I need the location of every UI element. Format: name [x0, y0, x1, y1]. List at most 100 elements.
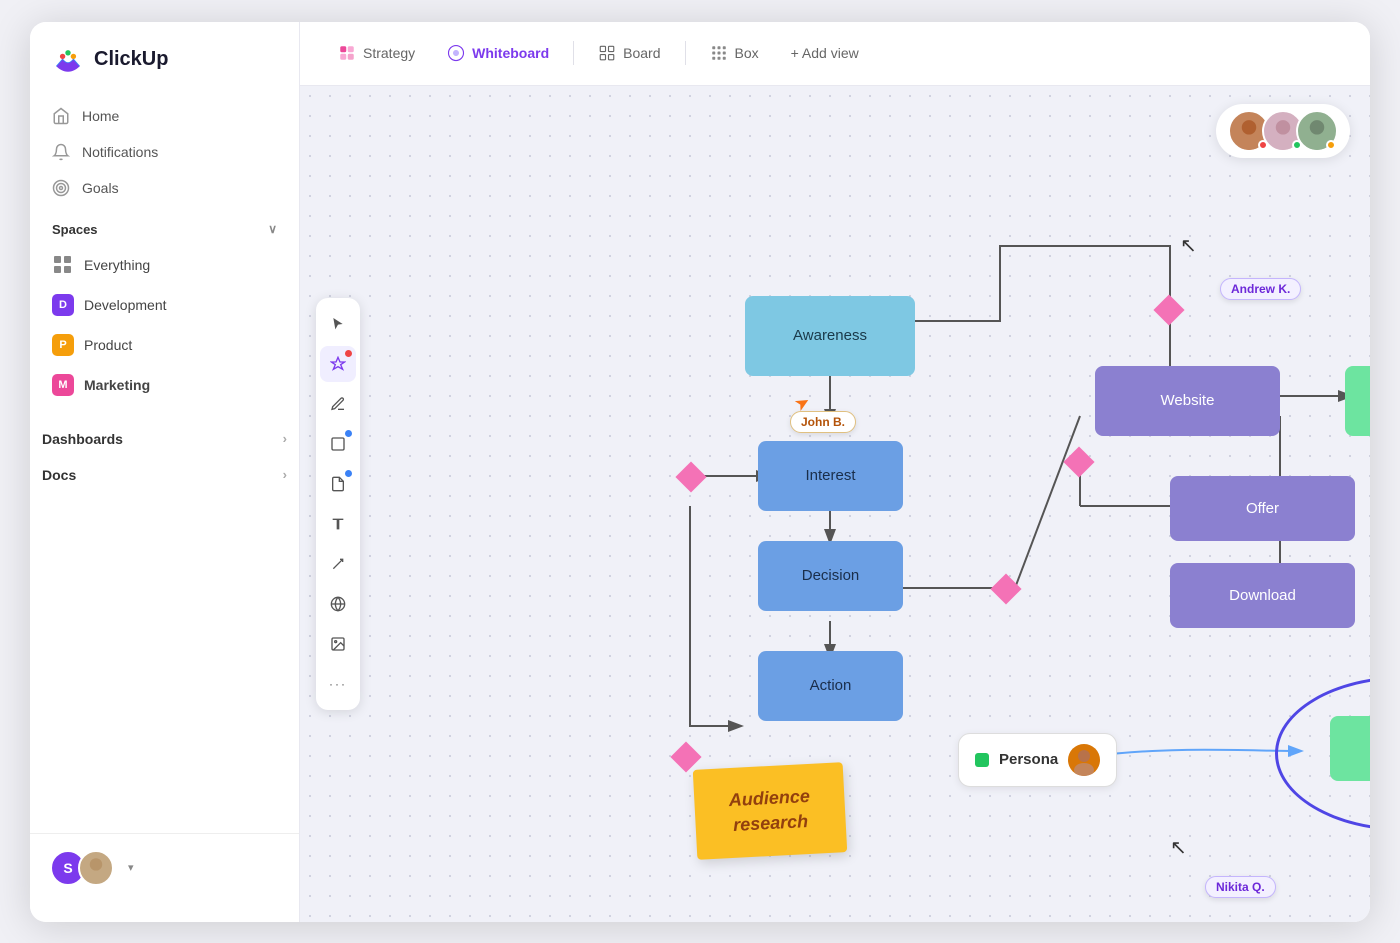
tab-board[interactable]: Board: [584, 36, 674, 70]
sidebar-user[interactable]: S ▾: [30, 833, 299, 902]
spaces-section: Spaces ∨: [30, 206, 299, 245]
main-content: Strategy Whiteboard Board Box + Add view: [300, 22, 1370, 922]
more-dots: ···: [329, 677, 347, 691]
cursor-arrow-nikita: ↖: [1170, 838, 1187, 858]
toolbar-connector-btn[interactable]: [320, 546, 356, 582]
marketing-icon: M: [52, 374, 74, 396]
logo-text: ClickUp: [94, 48, 168, 71]
sidebar-item-docs[interactable]: Docs ›: [30, 457, 299, 493]
node-blog[interactable]: Blog: [1330, 716, 1370, 781]
toolbar-red-dot: [345, 350, 352, 357]
whiteboard-canvas[interactable]: ···: [300, 86, 1370, 922]
diamond-top: [1153, 294, 1184, 325]
board-icon: [598, 44, 616, 62]
sidebar-item-notifications[interactable]: Notifications: [40, 134, 289, 170]
toolbar-select-btn[interactable]: [320, 306, 356, 342]
toolbar-more-btn[interactable]: ···: [320, 666, 356, 702]
sidebar-item-everything[interactable]: Everything: [30, 245, 299, 285]
tab-whiteboard[interactable]: Whiteboard: [433, 36, 563, 70]
dashboards-chevron: ›: [283, 431, 287, 446]
top-nav: Strategy Whiteboard Board Box + Add view: [300, 22, 1370, 86]
box-icon: [710, 44, 728, 62]
sidebar-item-dashboards[interactable]: Dashboards ›: [30, 421, 299, 457]
node-decision[interactable]: Decision: [758, 541, 903, 611]
user-avatar-group: S: [50, 850, 114, 886]
sticky-note-icon: [330, 476, 346, 492]
home-icon: [52, 107, 70, 125]
cursor-icon: [330, 316, 346, 332]
sidebar-development-label: Development: [84, 297, 167, 313]
sidebar-logo[interactable]: ClickUp: [30, 42, 299, 98]
sticky-note-text: Audienceresearch: [728, 785, 810, 834]
sidebar-home-label: Home: [82, 108, 119, 124]
magic-icon: [330, 356, 346, 372]
sidebar-everything-label: Everything: [84, 257, 150, 273]
cursor-nikita: ↖: [1170, 838, 1187, 858]
toolbar-rect-btn[interactable]: [320, 426, 356, 462]
toolbar-globe-btn[interactable]: [320, 586, 356, 622]
dashboards-label: Dashboards: [42, 431, 123, 447]
text-icon: [330, 516, 346, 532]
connector-icon: [330, 556, 346, 572]
sticky-note-audience[interactable]: Audienceresearch: [693, 762, 848, 860]
tab-divider-2: [685, 41, 686, 65]
whiteboard-toolbar: ···: [316, 298, 360, 710]
product-icon: P: [52, 334, 74, 356]
globe-icon: [330, 596, 346, 612]
avatar-group: [1216, 104, 1350, 158]
sidebar-marketing-label: Marketing: [84, 377, 150, 393]
user-chevron[interactable]: ▾: [128, 861, 134, 874]
clickup-logo-icon: [50, 42, 86, 78]
sidebar-item-goals[interactable]: Goals: [40, 170, 289, 206]
persona-card[interactable]: Persona: [958, 733, 1117, 787]
node-interest[interactable]: Interest: [758, 441, 903, 511]
node-action[interactable]: Action: [758, 651, 903, 721]
tab-strategy[interactable]: Strategy: [324, 36, 429, 70]
diamond-left: [675, 461, 706, 492]
andrew-k-text: Andrew K.: [1231, 282, 1290, 296]
action-label: Action: [810, 677, 852, 694]
avatar-dot-orange: [1326, 140, 1336, 150]
whiteboard-icon: [447, 44, 465, 62]
toolbar-pen-btn[interactable]: [320, 386, 356, 422]
node-awareness[interactable]: Awareness: [745, 296, 915, 376]
diamond-bottom-left: [670, 741, 701, 772]
decision-label: Decision: [802, 567, 860, 584]
sidebar-item-home[interactable]: Home: [40, 98, 289, 134]
cursor-andrew: ↖: [1180, 236, 1197, 256]
toolbar-magic-btn[interactable]: [320, 346, 356, 382]
website-label: Website: [1161, 392, 1215, 409]
sidebar-notifications-label: Notifications: [82, 144, 158, 160]
interest-label: Interest: [805, 467, 855, 484]
tab-box-label: Box: [735, 45, 759, 61]
node-homepage[interactable]: Homepage: [1345, 366, 1370, 436]
awareness-label: Awareness: [793, 327, 867, 344]
toolbar-image-btn[interactable]: [320, 626, 356, 662]
toolbar-text-btn[interactable]: [320, 506, 356, 542]
nikita-q-label: Nikita Q.: [1205, 876, 1276, 898]
persona-avatar: [1068, 744, 1100, 776]
spaces-chevron[interactable]: ∨: [268, 222, 277, 236]
node-download[interactable]: Download: [1170, 563, 1355, 628]
sidebar-product-label: Product: [84, 337, 132, 353]
toolbar-sticky-btn[interactable]: [320, 466, 356, 502]
sidebar-nav: Home Notifications Goals: [30, 98, 299, 206]
node-website[interactable]: Website: [1095, 366, 1280, 436]
offer-label: Offer: [1246, 500, 1279, 517]
sidebar-item-development[interactable]: D Development: [30, 285, 299, 325]
image-icon: [330, 636, 346, 652]
docs-label: Docs: [42, 467, 76, 483]
toolbar-blue-dot: [345, 430, 352, 437]
tab-board-label: Board: [623, 45, 660, 61]
john-b-text: John B.: [801, 415, 845, 429]
node-offer[interactable]: Offer: [1170, 476, 1355, 541]
sidebar-item-product[interactable]: P Product: [30, 325, 299, 365]
avatar-3: [1296, 110, 1338, 152]
sidebar-item-marketing[interactable]: M Marketing: [30, 365, 299, 405]
tab-box[interactable]: Box: [696, 36, 773, 70]
tab-divider: [573, 41, 574, 65]
app-container: ClickUp Home Notifications Goals Spaces …: [30, 22, 1370, 922]
tab-whiteboard-label: Whiteboard: [472, 45, 549, 61]
add-view-button[interactable]: + Add view: [777, 37, 873, 69]
cursor-arrow-andrew: ↖: [1180, 236, 1197, 256]
